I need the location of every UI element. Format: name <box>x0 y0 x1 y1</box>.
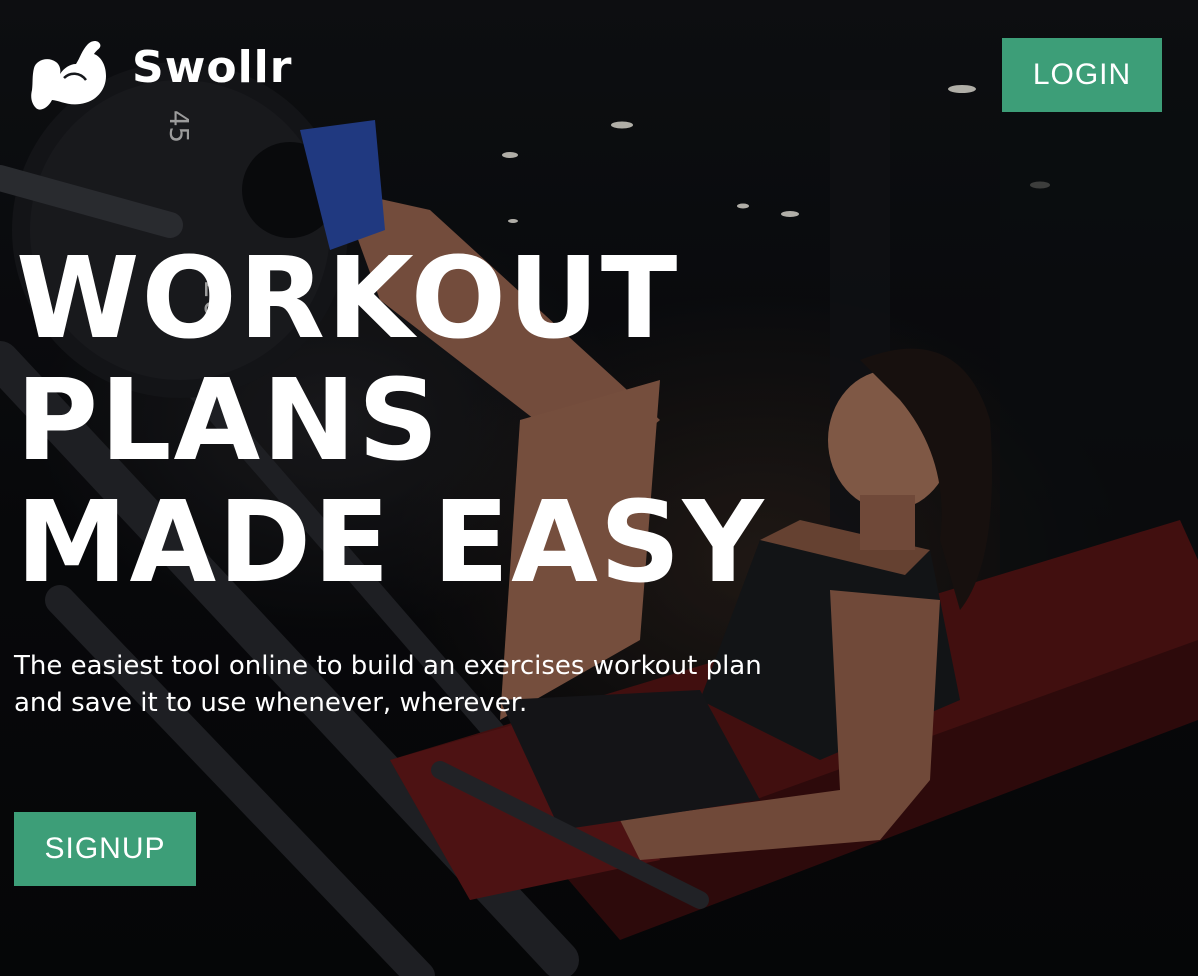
brand-name: Swollr <box>132 41 293 93</box>
headline-line: MADE EASY <box>16 478 766 608</box>
signup-button[interactable]: SIGNUP <box>14 812 196 886</box>
headline-line: PLANS <box>16 356 441 486</box>
hero-headline: WORKOUT PLANS MADE EASY <box>16 238 766 604</box>
login-button[interactable]: LOGIN <box>1002 38 1162 112</box>
brand-logo[interactable]: Swollr <box>30 38 292 110</box>
headline-line: WORKOUT <box>16 234 680 364</box>
hero-tagline: The easiest tool online to build an exer… <box>14 651 762 718</box>
hero-section: 45 20 Swollr LOGIN WORKOUT PLANS MADE EA… <box>0 0 1198 976</box>
flexed-bicep-icon <box>31 41 106 110</box>
